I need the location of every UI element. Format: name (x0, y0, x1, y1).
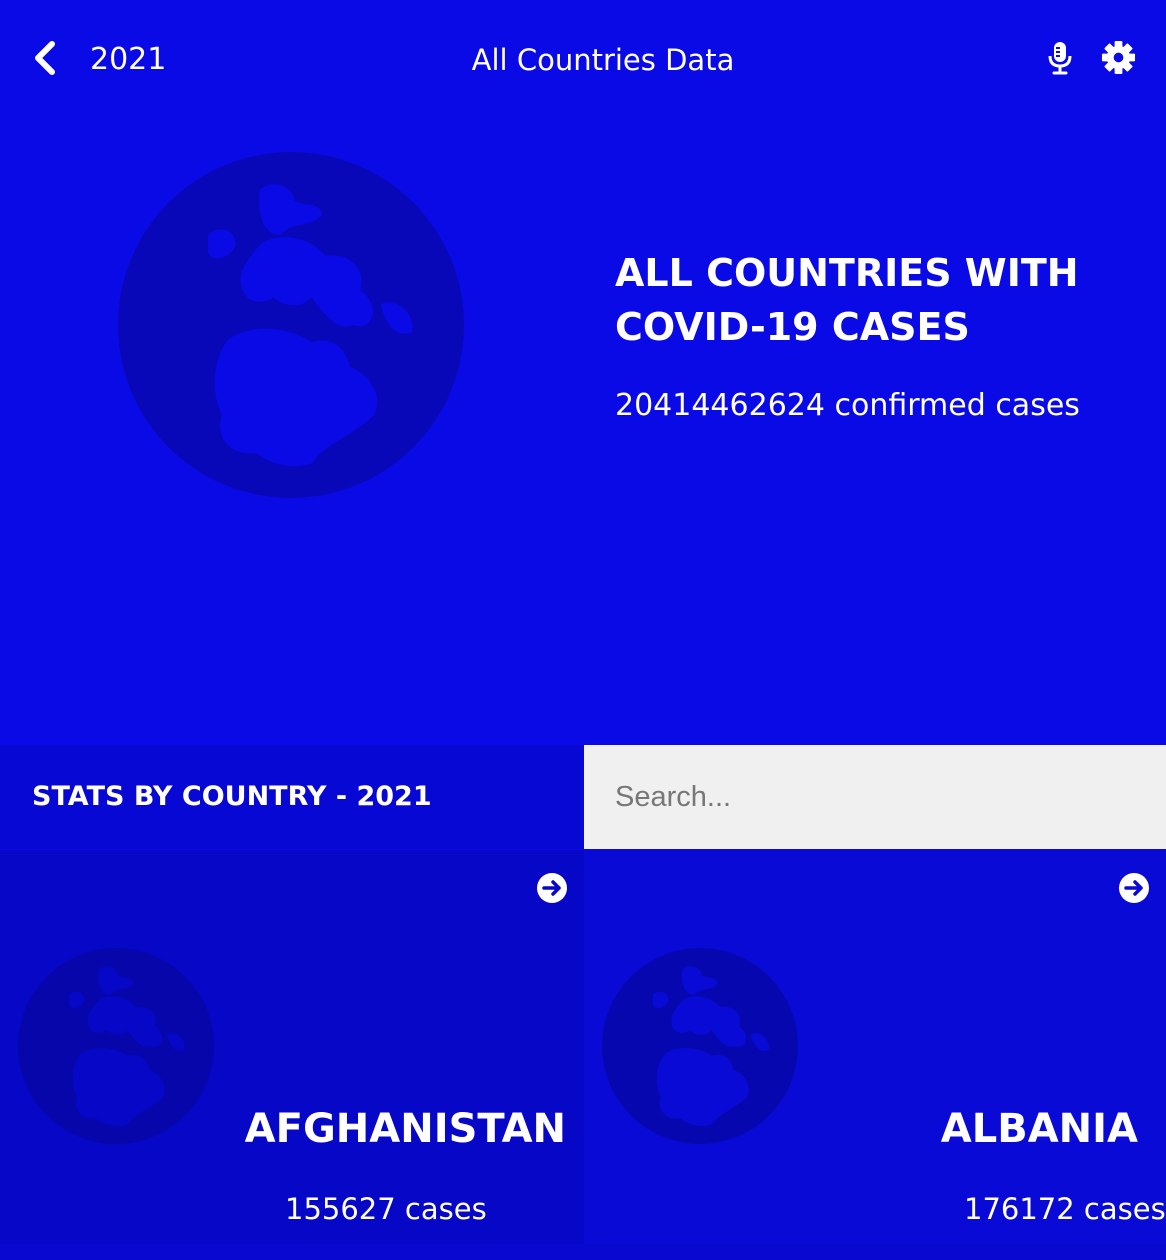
country-name: AFGHANISTAN (244, 1106, 566, 1152)
globe-europe-icon (18, 948, 214, 1144)
search-box (584, 745, 1166, 849)
globe-europe-icon (118, 152, 464, 498)
country-name: ALBANIA (940, 1106, 1138, 1152)
hero-heading: ALL COUNTRIES WITH COVID-19 CASES (615, 251, 1079, 349)
country-cases: 155627 cases (285, 1192, 487, 1226)
stats-by-country-bar: STATS BY COUNTRY - 2021 (0, 745, 584, 849)
total-confirmed-cases: 20414462624 confirmed cases (615, 388, 1080, 423)
globe-europe-icon (602, 948, 798, 1144)
country-card-afghanistan[interactable]: AFGHANISTAN 155627 cases (0, 850, 584, 1244)
page-title: All Countries Data (471, 43, 735, 77)
microphone-icon[interactable] (1046, 40, 1074, 76)
search-input[interactable] (584, 745, 1166, 849)
arrow-circle-right-icon[interactable] (536, 872, 568, 904)
stats-by-country-label: STATS BY COUNTRY - 2021 (32, 781, 432, 812)
country-cases: 176172 cases (964, 1192, 1166, 1226)
arrow-circle-right-icon[interactable] (1118, 872, 1150, 904)
country-card-albania[interactable]: ALBANIA 176172 cases (584, 850, 1166, 1244)
next-row-edge (0, 1244, 1166, 1260)
gear-icon[interactable] (1101, 40, 1136, 75)
app-header: 2021 All Countries Data (0, 0, 1166, 120)
